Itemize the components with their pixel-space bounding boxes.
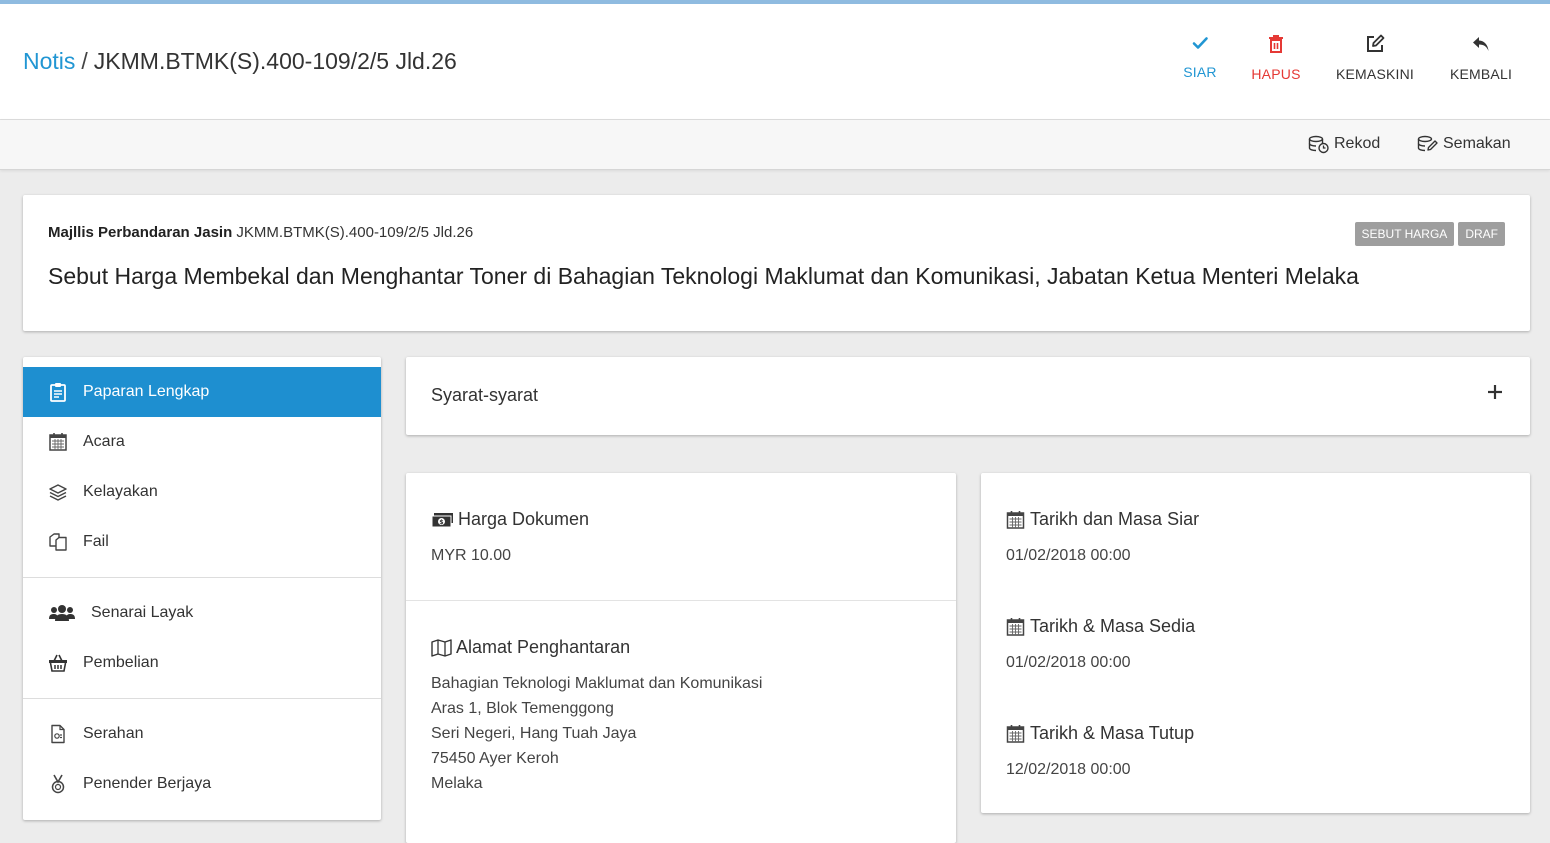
tarikh-tutup-label: Tarikh & Masa Tutup: [1030, 723, 1195, 743]
layers-icon: [49, 484, 67, 501]
tarikh-sedia-value: 01/02/2018 00:00: [1006, 654, 1131, 671]
kembali-button[interactable]: KEMBALI: [1443, 34, 1519, 82]
section-divider: [406, 600, 956, 601]
tarikh-tutup-value: 12/02/2018 00:00: [1006, 761, 1131, 778]
nav-label-kelayakan: Kelayakan: [83, 483, 158, 500]
sub-toolbar: Rekod Semakan: [0, 120, 1550, 170]
nav-label-senarai-layak: Senarai Layak: [91, 604, 194, 621]
side-navigation: Paparan Lengkap Acara Kelayakan Fail Sen…: [23, 357, 381, 820]
semakan-label: Semakan: [1443, 135, 1511, 152]
breadcrumb: Notis / JKMM.BTMK(S).400-109/2/5 Jld.26: [23, 48, 457, 75]
notice-org-line: Majllis Perbandaran Jasin JKMM.BTMK(S).4…: [48, 224, 473, 241]
harga-dokumen-title: $ Harga Dokumen: [431, 509, 589, 530]
nav-item-pembelian[interactable]: Pembelian: [23, 638, 381, 688]
nav-label-paparan-lengkap: Paparan Lengkap: [83, 383, 210, 400]
nav-item-fail[interactable]: Fail: [23, 517, 381, 567]
check-icon: [1192, 37, 1208, 49]
nav-item-penender-berjaya[interactable]: Penender Berjaya: [23, 759, 381, 809]
tarikh-siar-title: Tarikh dan Masa Siar: [1005, 509, 1199, 530]
calendar-icon: [1006, 617, 1025, 636]
nav-label-acara: Acara: [83, 433, 125, 450]
money-icon: $: [431, 512, 453, 527]
breadcrumb-current: JKMM.BTMK(S).400-109/2/5 Jld.26: [93, 48, 457, 74]
breadcrumb-separator: /: [81, 48, 88, 74]
kemaskini-button[interactable]: KEMASKINI: [1330, 34, 1420, 82]
plus-icon[interactable]: [1486, 383, 1504, 401]
nav-item-paparan-lengkap[interactable]: Paparan Lengkap: [23, 367, 381, 417]
tarikh-sedia-label: Tarikh & Masa Sedia: [1030, 616, 1196, 636]
tarikh-siar-label: Tarikh dan Masa Siar: [1030, 509, 1200, 529]
address-line: 75450 Ayer Keroh: [431, 750, 559, 767]
kemaskini-label: KEMASKINI: [1335, 66, 1415, 82]
dates-card: Tarikh dan Masa Siar 01/02/2018 00:00 Ta…: [981, 473, 1530, 813]
svg-text:$: $: [439, 519, 443, 526]
trash-icon: [1269, 35, 1283, 53]
hapus-button[interactable]: HAPUS: [1241, 34, 1311, 82]
syarat-label: Syarat-syarat: [431, 385, 539, 405]
reply-icon: [1473, 37, 1489, 51]
tarikh-siar-value: 01/02/2018 00:00: [1006, 547, 1131, 564]
rekod-button[interactable]: Rekod: [1308, 134, 1380, 154]
clipboard-icon: [50, 383, 66, 402]
address-line: Melaka: [431, 775, 483, 792]
address-line: Seri Negeri, Hang Tuah Jaya: [431, 725, 637, 742]
nav-item-senarai-layak[interactable]: Senarai Layak: [23, 588, 381, 638]
nav-label-penender-berjaya: Penender Berjaya: [83, 775, 212, 792]
breadcrumb-link-notis[interactable]: Notis: [23, 48, 75, 74]
tarikh-tutup-title: Tarikh & Masa Tutup: [1005, 723, 1194, 744]
alamat-penghantaran-label: Alamat Penghantaran: [456, 637, 631, 657]
calendar-icon: [1006, 724, 1025, 743]
rekod-label: Rekod: [1334, 135, 1381, 152]
medal-icon: [51, 774, 65, 794]
nav-label-fail: Fail: [83, 533, 109, 550]
alamat-penghantaran-title: Alamat Penghantaran: [431, 637, 630, 658]
syarat-panel[interactable]: Syarat-syarat: [406, 357, 1530, 435]
hapus-label: HAPUS: [1251, 66, 1301, 82]
page-header: Notis / JKMM.BTMK(S).400-109/2/5 Jld.26 SI…: [0, 4, 1550, 120]
badge-group: SEBUT HARGA DRAF: [1354, 222, 1505, 246]
kembali-label: KEMBALI: [1449, 66, 1513, 82]
status-badge: DRAF: [1458, 222, 1505, 246]
nav-label-serahan: Serahan: [83, 725, 144, 742]
delivery-address: Bahagian Teknologi Maklumat dan Komunika…: [431, 671, 762, 796]
tarikh-sedia-title: Tarikh & Masa Sedia: [1005, 616, 1195, 637]
map-icon: [431, 638, 452, 657]
basket-icon: [49, 654, 67, 672]
organization-name: Majllis Perbandaran Jasin: [48, 224, 233, 241]
harga-dokumen-label: Harga Dokumen: [458, 509, 590, 529]
nav-label-pembelian: Pembelian: [83, 654, 159, 671]
siar-button[interactable]: SIAR: [1171, 34, 1229, 80]
document-info-card: $ Harga Dokumen MYR 10.00 Alamat Penghan…: [406, 473, 956, 843]
type-badge: SEBUT HARGA: [1354, 222, 1455, 246]
database-edit-icon: [1417, 135, 1438, 152]
nav-item-kelayakan[interactable]: Kelayakan: [23, 467, 381, 517]
siar-label: SIAR: [1183, 64, 1217, 80]
notice-title: Sebut Harga Membekal dan Menghantar Tone…: [48, 263, 1359, 289]
edit-icon: [1367, 34, 1385, 52]
notice-summary-card: Majllis Perbandaran Jasin JKMM.BTMK(S).4…: [23, 195, 1530, 331]
address-line: Bahagian Teknologi Maklumat dan Komunika…: [431, 675, 763, 692]
calendar-icon: [49, 433, 67, 451]
files-icon: [49, 533, 67, 551]
nav-item-acara[interactable]: Acara: [23, 417, 381, 467]
nav-item-serahan[interactable]: Serahan: [23, 709, 381, 759]
semakan-button[interactable]: Semakan: [1417, 134, 1511, 154]
address-line: Aras 1, Blok Temenggong: [431, 700, 614, 717]
document-icon: [51, 724, 65, 744]
notice-reference: JKMM.BTMK(S).400-109/2/5 Jld.26: [236, 224, 474, 241]
nav-divider: [23, 577, 381, 578]
nav-divider: [23, 698, 381, 699]
calendar-icon: [1006, 510, 1025, 529]
harga-dokumen-value: MYR 10.00: [431, 547, 512, 564]
database-clock-icon: [1308, 135, 1329, 154]
users-icon: [49, 605, 75, 621]
